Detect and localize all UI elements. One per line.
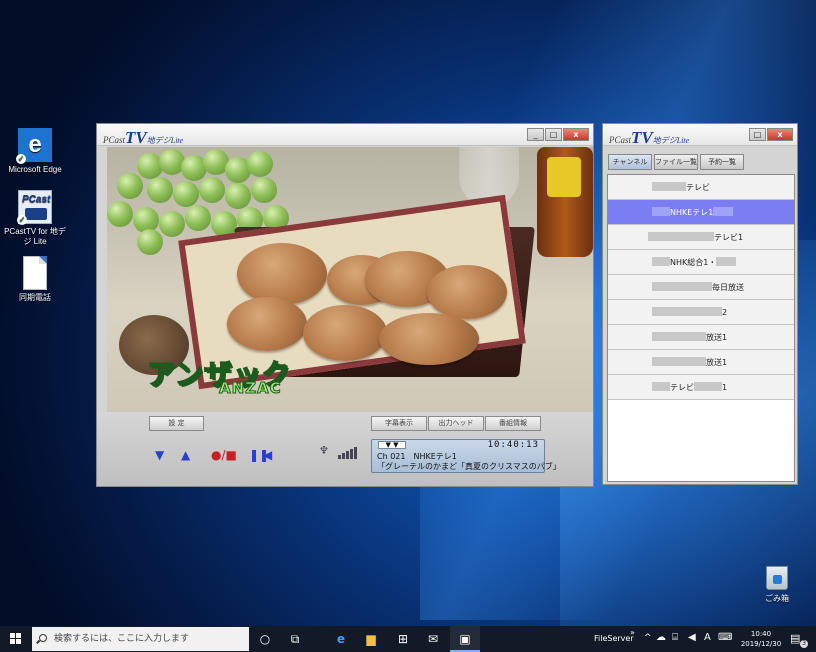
channel-window-logo: PCastTV地デジLite — [609, 128, 690, 147]
settings-button[interactable]: 設 定 — [149, 416, 204, 431]
video-scene-cookie — [303, 305, 387, 361]
desktop-icon-label: 同期電話 — [19, 293, 51, 302]
edge-icon: e ✓ — [16, 128, 52, 164]
video-scene-grape — [185, 205, 211, 231]
search-icon — [39, 634, 47, 642]
channel-row[interactable]: NHK総合1・ — [608, 250, 794, 275]
channel-row[interactable]: テレビ1 — [608, 375, 794, 400]
recycle-bin-label: ごみ箱 — [765, 594, 789, 603]
fileserver-toolbar[interactable]: FileServer — [594, 634, 634, 643]
video-scene-grape — [173, 181, 199, 207]
player-control-bar: 設 定 字幕表示 出力ヘッド 番組情報 ▼ ▲ ●/■ ❚❚ ◀ ♆ ▼ ▼ 1… — [97, 412, 593, 486]
antenna-icon: ♆ — [319, 444, 329, 457]
cortana-icon[interactable]: ○ — [250, 626, 280, 652]
keyboard-icon[interactable]: ⌨ — [718, 632, 732, 643]
file-explorer-icon[interactable]: ▆ — [356, 626, 386, 652]
video-scene-grape — [159, 211, 185, 237]
action-center-icon[interactable]: ▤ — [790, 632, 800, 645]
mail-icon[interactable]: ✉ — [418, 626, 448, 652]
video-caption-english: ANZAC — [219, 379, 282, 398]
channel-row[interactable]: 毎日放送 — [608, 275, 794, 300]
player-window[interactable]: PCastTV地デジLite _ □ x アンザック ANZAC 設 定 字幕表… — [96, 123, 594, 487]
taskbar: 検索するには、ここに入力します ○ ⧉ e ▆ ⊞ ✉ ▣ FileServer… — [0, 626, 816, 652]
pcasttv-taskbar-icon[interactable]: ▣ — [450, 626, 480, 652]
maximize-button[interactable]: □ — [749, 128, 766, 141]
notification-count-badge: 3 — [800, 640, 808, 648]
network-icon[interactable]: ⌸ — [672, 632, 678, 643]
onedrive-icon[interactable]: ☁ — [656, 632, 666, 643]
video-scene-bottle-label — [547, 157, 581, 197]
taskbar-clock[interactable]: 10:40 2019/12/30 — [736, 629, 786, 649]
program-info-panel: ▼ ▼ 10:40:13 Ch 021 NHKEテレ1 「グレーテルのかまど「真… — [371, 439, 561, 473]
start-button[interactable] — [0, 626, 32, 652]
close-button[interactable]: x — [563, 128, 589, 141]
tab-files[interactable]: ファイル一覧 — [654, 154, 698, 170]
rewind-button[interactable]: ◀ — [263, 448, 272, 462]
subtitle-button[interactable]: 字幕表示 — [371, 416, 427, 431]
video-scene-grape — [107, 201, 133, 227]
store-icon[interactable]: ⊞ — [388, 626, 418, 652]
tab-channels[interactable]: チャンネル — [608, 154, 652, 170]
video-scene-grape — [225, 183, 251, 209]
ime-indicator[interactable]: A — [704, 632, 711, 643]
channel-tabs: チャンネル ファイル一覧 予約一覧 — [608, 154, 744, 170]
show-hidden-icons-icon[interactable]: ^ — [644, 633, 652, 643]
video-scene-grape — [147, 177, 173, 203]
volume-icon[interactable]: ◀ — [688, 632, 696, 643]
channel-row[interactable]: テレビ1 — [608, 225, 794, 250]
channel-list-window[interactable]: PCastTV地デジLite □ x チャンネル ファイル一覧 予約一覧 テレビ… — [602, 123, 798, 485]
broadcast-time: 10:40:13 — [487, 440, 539, 450]
clock-date: 2019/12/30 — [740, 640, 782, 648]
search-placeholder: 検索するには、ここに入力します — [54, 634, 190, 644]
clock-time: 10:40 — [750, 630, 772, 638]
maximize-button[interactable]: □ — [545, 128, 562, 141]
data-button[interactable]: 出力ヘッド — [428, 416, 484, 431]
task-view-icon[interactable]: ⧉ — [280, 626, 310, 652]
signal-strength-icon — [338, 447, 357, 459]
video-scene-grape — [247, 151, 273, 177]
taskbar-search-box[interactable]: 検索するには、ここに入力します — [32, 627, 249, 651]
video-display[interactable]: アンザック ANZAC — [107, 147, 593, 413]
pcasttv-icon: PCast ✓ — [17, 190, 52, 225]
player-logo: PCastTV地デジLite — [103, 128, 184, 147]
channel-row-selected[interactable]: NHKEテレ1 — [608, 200, 794, 225]
edge-taskbar-icon[interactable]: e — [326, 626, 356, 652]
desktop-icon-edge[interactable]: e ✓ Microsoft Edge — [2, 128, 68, 175]
channel-window-titlebar[interactable]: PCastTV地デジLite □ x — [603, 124, 797, 147]
info-badge: ▼ ▼ — [378, 441, 406, 449]
document-icon — [23, 256, 47, 290]
channel-row[interactable]: 放送1 — [608, 325, 794, 350]
tab-reservations[interactable]: 予約一覧 — [700, 154, 744, 170]
desktop-icon-label: PCastTV for 地デジ Lite — [4, 227, 66, 246]
video-scene-grape — [137, 229, 163, 255]
video-scene-cookie — [237, 243, 327, 305]
program-info-button[interactable]: 番組情報 — [485, 416, 541, 431]
channel-row[interactable]: テレビ — [608, 175, 794, 200]
desktop-icon-pcasttv[interactable]: PCast ✓ PCastTV for 地デジ Lite — [2, 190, 68, 247]
program-title: 「グレーテルのかまど「真夏のクリスマスのパブ」 — [377, 462, 561, 471]
video-scene-grape — [117, 173, 143, 199]
desktop-icon-recycle-bin[interactable]: ごみ箱 — [752, 566, 802, 604]
channel-row[interactable]: 放送1 — [608, 350, 794, 375]
video-scene-cookie — [227, 297, 307, 351]
video-scene-cookie — [379, 313, 479, 365]
channel-list: テレビ NHKEテレ1 テレビ1 NHK総合1・ 毎日放送 2 放送1 放送1 … — [607, 174, 795, 482]
windows-logo-icon — [10, 633, 22, 645]
video-scene-cookie — [427, 265, 507, 319]
channel-row[interactable]: 2 — [608, 300, 794, 325]
desktop-icon-label: Microsoft Edge — [8, 165, 62, 174]
player-titlebar[interactable]: PCastTV地デジLite _ □ x — [97, 124, 593, 147]
desktop-icon-document[interactable]: 同期電話 — [2, 256, 68, 303]
video-scene-grape — [199, 177, 225, 203]
recycle-bin-icon — [766, 566, 788, 590]
close-button[interactable]: x — [767, 128, 793, 141]
channel-up-button[interactable]: ▲ — [181, 448, 190, 462]
toolbar-chevron[interactable]: » — [630, 628, 635, 637]
minimize-button[interactable]: _ — [527, 128, 544, 141]
channel-down-button[interactable]: ▼ — [155, 448, 164, 462]
video-scene-grape — [251, 177, 277, 203]
record-stop-button[interactable]: ●/■ — [211, 448, 237, 462]
